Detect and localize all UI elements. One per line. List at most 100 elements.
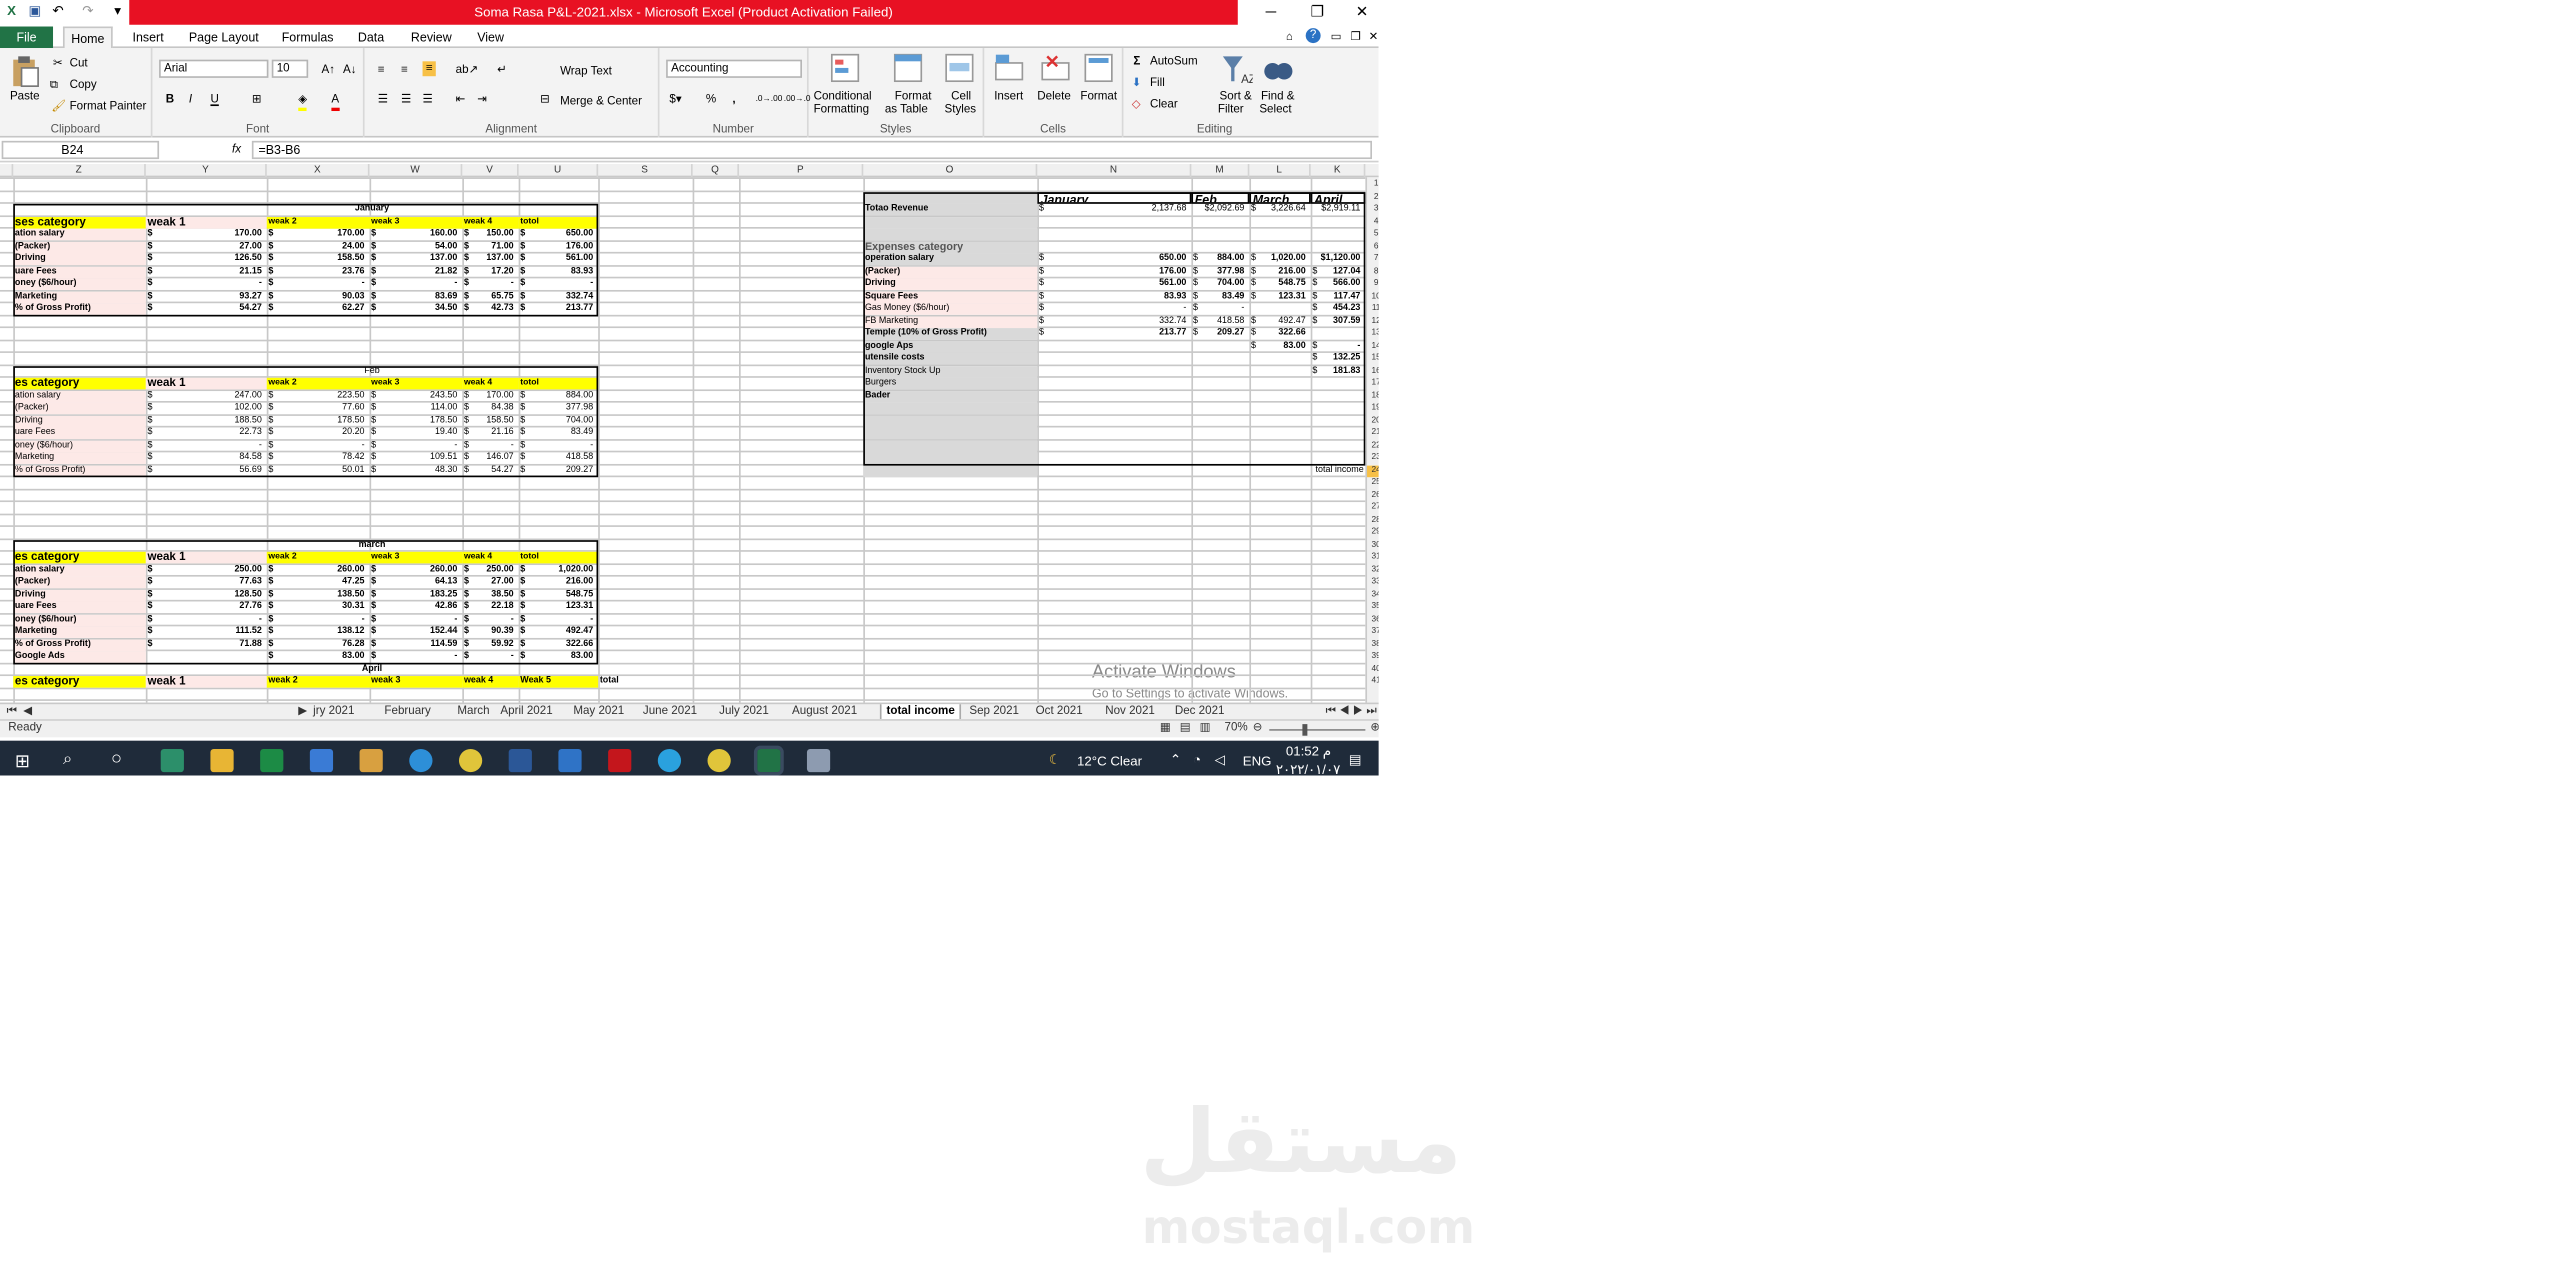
close-button[interactable]: ✕	[1344, 0, 1379, 25]
italic-button[interactable]: I	[189, 93, 192, 108]
row-header[interactable]: 8	[1367, 266, 1379, 278]
header-cell[interactable]: es category	[13, 676, 146, 688]
store-icon[interactable]	[309, 748, 334, 773]
file-explorer-icon[interactable]	[210, 748, 234, 773]
edge-icon[interactable]	[409, 748, 433, 773]
font-family-select[interactable]: Arial	[159, 59, 269, 78]
paint-icon[interactable]	[806, 748, 831, 773]
clock-time[interactable]: 01:52 م	[1286, 744, 1331, 759]
excel-taskbar-icon[interactable]	[753, 745, 784, 776]
wrap-text-icon[interactable]: ↵	[497, 63, 507, 78]
chrome-icon[interactable]	[707, 748, 731, 773]
header-cell[interactable]: weak 2	[266, 676, 370, 688]
tab-formulas[interactable]: Formulas	[275, 27, 340, 49]
autosum-button[interactable]: AutoSum	[1150, 55, 1198, 70]
row-header[interactable]: 22	[1367, 440, 1379, 452]
clock-date[interactable]: ٢٠٢٢/٠١/٠٧	[1276, 762, 1340, 775]
paste-icon[interactable]	[10, 55, 40, 88]
row-header[interactable]: 37	[1367, 626, 1379, 638]
column-header[interactable]: U	[519, 164, 599, 178]
comma-button[interactable]: ,	[732, 93, 735, 108]
row-header[interactable]: 30	[1367, 539, 1379, 551]
find-select-icon[interactable]	[1263, 53, 1293, 86]
conditional-formatting-icon[interactable]	[830, 53, 860, 83]
borders-icon[interactable]: ⊞	[252, 93, 262, 108]
weather-text[interactable]: 12°C Clear	[1077, 754, 1142, 769]
row-header[interactable]: 9	[1367, 278, 1379, 290]
mail-icon[interactable]	[558, 748, 582, 773]
align-top-icon[interactable]: ≡	[378, 63, 385, 78]
orientation-icon[interactable]: ab↗	[456, 63, 479, 78]
font-size-select[interactable]: 10	[271, 59, 309, 78]
fx-icon[interactable]: fx	[232, 143, 241, 158]
app-icon[interactable]	[160, 748, 184, 773]
row-header[interactable]: 6	[1367, 241, 1379, 253]
volume-icon[interactable]: ◁	[1215, 752, 1225, 767]
align-right-icon[interactable]: ☰	[423, 93, 433, 108]
app-icon[interactable]	[260, 748, 284, 773]
insert-cells-button[interactable]: Insert	[994, 89, 1023, 104]
grow-font-icon[interactable]: A↑	[321, 63, 335, 78]
format-cells-icon[interactable]	[1084, 53, 1114, 83]
format-painter-button[interactable]: Format Painter	[70, 99, 147, 114]
number-format-select[interactable]: Accounting	[666, 59, 802, 78]
workbook-close-icon[interactable]: ✕	[1369, 30, 1379, 45]
row-header[interactable]: 33	[1367, 577, 1379, 589]
row-header[interactable]: 38	[1367, 639, 1379, 651]
row-header[interactable]: 14	[1367, 341, 1379, 353]
select-all-corner[interactable]	[0, 164, 14, 178]
total-income-label[interactable]: total income	[1259, 465, 1365, 477]
formula-input[interactable]: =B3-B6	[251, 140, 1372, 160]
row-header[interactable]: 18	[1367, 390, 1379, 402]
align-center-icon[interactable]: ☰	[401, 93, 411, 108]
column-header[interactable]: X	[267, 164, 370, 178]
month-title[interactable]: April	[146, 664, 598, 676]
undo-icon[interactable]: ↶	[50, 2, 67, 22]
telegram-icon[interactable]	[657, 748, 682, 773]
tab-file[interactable]: File	[0, 26, 54, 49]
align-middle-icon[interactable]: ≡	[401, 63, 408, 78]
redo-icon[interactable]: ↷	[80, 2, 97, 22]
view-page-break-icon[interactable]: ▥	[1200, 721, 1211, 738]
header-cell[interactable]: weak 4	[462, 676, 519, 688]
header-cell[interactable]: weak 3	[369, 676, 463, 688]
column-header[interactable]: L	[1249, 164, 1311, 178]
row-header[interactable]: 35	[1367, 601, 1379, 613]
sheet-cells[interactable]: Activate Windows Go to Settings to activ…	[0, 177, 1366, 703]
header-cell[interactable]: Weak 5	[518, 676, 599, 688]
column-header[interactable]: P	[739, 164, 864, 178]
wrap-text-button[interactable]: Wrap Text	[560, 65, 612, 80]
copy-button[interactable]: Copy	[70, 78, 97, 93]
row-header[interactable]: 21	[1367, 428, 1379, 440]
fill-icon[interactable]: ⬇	[1132, 76, 1142, 91]
paste-button[interactable]: Paste	[10, 89, 40, 104]
row-header[interactable]: 20	[1367, 415, 1379, 427]
merge-center-button[interactable]: Merge & Center	[560, 94, 642, 109]
row-header[interactable]: 41	[1367, 676, 1379, 688]
decrease-decimal-icon[interactable]: .00→.0	[784, 93, 811, 108]
minimize-button[interactable]: ─	[1253, 0, 1289, 25]
column-header[interactable]: Z	[13, 164, 146, 178]
row-header[interactable]: 1	[1367, 179, 1379, 191]
percent-button[interactable]: %	[706, 93, 716, 108]
row-header[interactable]: 17	[1367, 378, 1379, 390]
worksheet-grid[interactable]: Z Y X W V U S Q P O N M L K 123456789101…	[0, 164, 1379, 703]
autosum-icon[interactable]: Σ	[1133, 55, 1140, 70]
tab-insert[interactable]: Insert	[126, 27, 170, 49]
shrink-font-icon[interactable]: A↓	[343, 63, 357, 78]
ribbon-minimize-icon[interactable]: ⌂	[1286, 30, 1293, 45]
row-header[interactable]: 16	[1367, 365, 1379, 377]
format-as-table-icon[interactable]	[893, 53, 923, 83]
font-color-icon[interactable]: A	[331, 93, 340, 112]
increase-indent-icon[interactable]: ⇥	[477, 93, 487, 108]
column-header[interactable]: N	[1037, 164, 1192, 178]
word-icon[interactable]	[508, 748, 532, 773]
row-header[interactable]: 10	[1367, 291, 1379, 303]
tab-data[interactable]: Data	[351, 27, 391, 49]
workbook-minimize-icon[interactable]: ▭	[1331, 30, 1342, 45]
merge-icon[interactable]: ⊟	[540, 93, 550, 108]
row-header[interactable]: 12	[1367, 316, 1379, 328]
tray-chevron-icon[interactable]: ⌃	[1170, 752, 1181, 767]
row-header[interactable]: 13	[1367, 328, 1379, 340]
currency-icon[interactable]: $▾	[669, 93, 681, 108]
